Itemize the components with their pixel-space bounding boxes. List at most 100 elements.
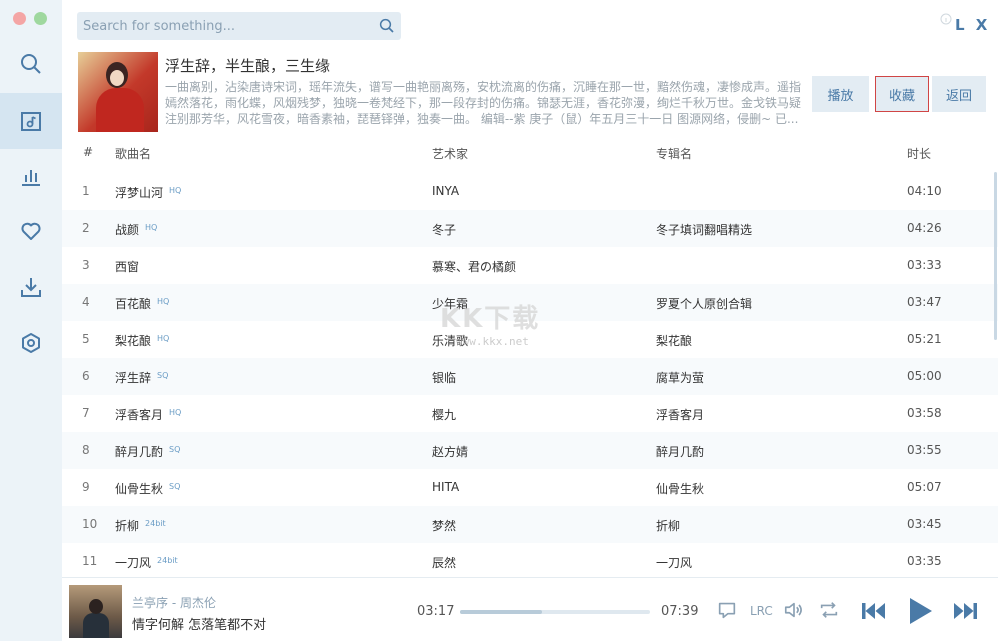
table-row[interactable]: 7 浮香客月HQ 樱九 浮香客月 03:58 xyxy=(62,395,998,432)
nav-favorites[interactable] xyxy=(0,203,62,259)
song-title: 百花酿 xyxy=(115,297,151,311)
search-icon[interactable] xyxy=(378,17,396,35)
song-name[interactable]: 西窗 xyxy=(115,258,145,275)
song-album[interactable]: 仙骨生秋 xyxy=(656,480,704,497)
play-button[interactable]: 播放 xyxy=(812,76,869,112)
quality-badge: HQ xyxy=(157,297,169,306)
row-number: 2 xyxy=(82,221,90,235)
row-number: 5 xyxy=(82,332,90,346)
song-name[interactable]: 梨花酿HQ xyxy=(115,332,169,349)
nav-leaderboard[interactable] xyxy=(0,148,62,204)
song-title: 一刀风 xyxy=(115,556,151,570)
next-track-icon[interactable] xyxy=(950,596,980,626)
song-artist[interactable]: 辰然 xyxy=(432,554,456,571)
song-name[interactable]: 战颜HQ xyxy=(115,221,157,238)
download-icon xyxy=(19,275,43,299)
column-header-num: # xyxy=(83,145,93,159)
playlist-description: 一曲离别，沾染唐诗宋词，瑶年流失，谱写一曲艳丽离殇，安枕流离的伤痛，沉睡在那一世… xyxy=(165,79,802,127)
progress-bar[interactable] xyxy=(460,610,650,614)
volume-icon[interactable] xyxy=(783,599,805,621)
song-artist[interactable]: 少年霜 xyxy=(432,295,468,312)
table-row[interactable]: 5 梨花酿HQ 乐清歌 梨花酿 05:21 xyxy=(62,321,998,358)
song-duration: 05:07 xyxy=(907,480,942,494)
table-row[interactable]: 10 折柳24bit 梦然 折柳 03:45 xyxy=(62,506,998,543)
song-duration: 03:58 xyxy=(907,406,942,420)
song-duration: 03:55 xyxy=(907,443,942,457)
table-row[interactable]: 1 浮梦山河HQ INYA 04:10 xyxy=(62,173,998,210)
song-album[interactable]: 罗夏个人原创合辑 xyxy=(656,295,752,312)
song-duration: 04:10 xyxy=(907,184,942,198)
playlist-cover xyxy=(78,52,158,132)
window-minimize-button[interactable] xyxy=(34,12,47,25)
song-album[interactable]: 梨花酿 xyxy=(656,332,692,349)
list-scrollbar[interactable] xyxy=(994,172,997,340)
row-number: 8 xyxy=(82,443,90,457)
previous-track-icon[interactable] xyxy=(859,596,889,626)
table-row[interactable]: 6 浮生辞SQ 银临 腐草为萤 05:00 xyxy=(62,358,998,395)
song-artist[interactable]: 乐清歌 xyxy=(432,332,468,349)
song-artist[interactable]: 赵方婧 xyxy=(432,443,468,460)
now-playing-cover[interactable] xyxy=(69,585,122,638)
song-duration: 05:21 xyxy=(907,332,942,346)
song-album[interactable]: 浮香客月 xyxy=(656,406,704,423)
song-name[interactable]: 折柳 24bit xyxy=(115,517,166,534)
search-icon xyxy=(19,52,43,76)
quality-badge: 24bit xyxy=(145,519,166,528)
search-input[interactable] xyxy=(77,12,367,40)
table-row[interactable]: 3 西窗 慕寒、君の橘颜 03:33 xyxy=(62,247,998,284)
song-name[interactable]: 醉月几酌SQ xyxy=(115,443,180,460)
lyrics-toggle[interactable]: LRC xyxy=(750,604,773,618)
song-title: 浮梦山河 xyxy=(115,186,163,200)
song-name[interactable]: 浮梦山河 HQ xyxy=(115,184,181,201)
song-album[interactable]: 一刀风 xyxy=(656,554,692,571)
song-artist[interactable]: INYA xyxy=(432,184,459,198)
table-row[interactable]: 9 仙骨生秋SQ HITA 仙骨生秋 05:07 xyxy=(62,469,998,506)
song-name[interactable]: 仙骨生秋SQ xyxy=(115,480,180,497)
song-duration: 03:47 xyxy=(907,295,942,309)
song-title: 战颜 xyxy=(115,223,139,237)
song-title: 西窗 xyxy=(115,260,139,274)
song-album[interactable]: 折柳 xyxy=(656,517,680,534)
song-name[interactable]: 一刀风 24bit xyxy=(115,554,178,571)
nav-songlist[interactable] xyxy=(0,93,62,149)
song-album[interactable]: 腐草为萤 xyxy=(656,369,704,386)
table-row[interactable]: 11 一刀风24bit 辰然 一刀风 03:35 xyxy=(62,543,998,580)
song-artist[interactable]: 冬子 xyxy=(432,221,456,238)
song-name[interactable]: 百花酿 HQ xyxy=(115,295,169,312)
play-icon[interactable] xyxy=(905,595,935,627)
collect-button[interactable]: 收藏 xyxy=(875,76,929,112)
quality-badge: SQ xyxy=(169,482,180,491)
song-artist[interactable]: 梦然 xyxy=(432,517,456,534)
song-name[interactable]: 浮生辞SQ xyxy=(115,369,168,386)
nav-download[interactable] xyxy=(0,259,62,315)
song-artist[interactable]: 银临 xyxy=(432,369,456,386)
info-icon[interactable] xyxy=(940,13,952,25)
search-box[interactable] xyxy=(77,12,401,40)
song-artist[interactable]: 慕寒、君の橘颜 xyxy=(432,258,516,275)
song-name[interactable]: 浮香客月HQ xyxy=(115,406,181,423)
quality-badge: 24bit xyxy=(157,556,178,565)
music-list-icon xyxy=(19,109,43,133)
song-title: 醉月几酌 xyxy=(115,445,163,459)
quality-badge: HQ xyxy=(157,334,169,343)
quality-badge: HQ xyxy=(169,186,181,195)
repeat-icon[interactable] xyxy=(818,599,840,621)
song-title: 折柳 xyxy=(115,519,139,533)
song-artist[interactable]: HITA xyxy=(432,480,459,494)
song-artist[interactable]: 樱九 xyxy=(432,406,456,423)
nav-settings[interactable] xyxy=(0,315,62,371)
song-album[interactable]: 冬子填词翻唱精选 xyxy=(656,221,752,238)
table-row[interactable]: 2 战颜HQ 冬子 冬子填词翻唱精选 04:26 xyxy=(62,210,998,247)
song-duration: 03:35 xyxy=(907,554,942,568)
nav-search[interactable] xyxy=(0,36,62,92)
comment-icon[interactable] xyxy=(716,599,738,621)
current-time: 03:17 xyxy=(417,604,454,619)
table-row[interactable]: 4 百花酿HQ 少年霜 罗夏个人原创合辑 03:47 xyxy=(62,284,998,321)
back-button[interactable]: 返回 xyxy=(932,76,986,112)
progress-fill xyxy=(460,610,542,614)
window-close-button[interactable] xyxy=(13,12,26,25)
quality-badge: HQ xyxy=(169,408,181,417)
table-row[interactable]: 8 醉月几酌SQ 赵方婧 醉月几酌 03:55 xyxy=(62,432,998,469)
total-time: 07:39 xyxy=(661,604,698,619)
song-album[interactable]: 醉月几酌 xyxy=(656,443,704,460)
